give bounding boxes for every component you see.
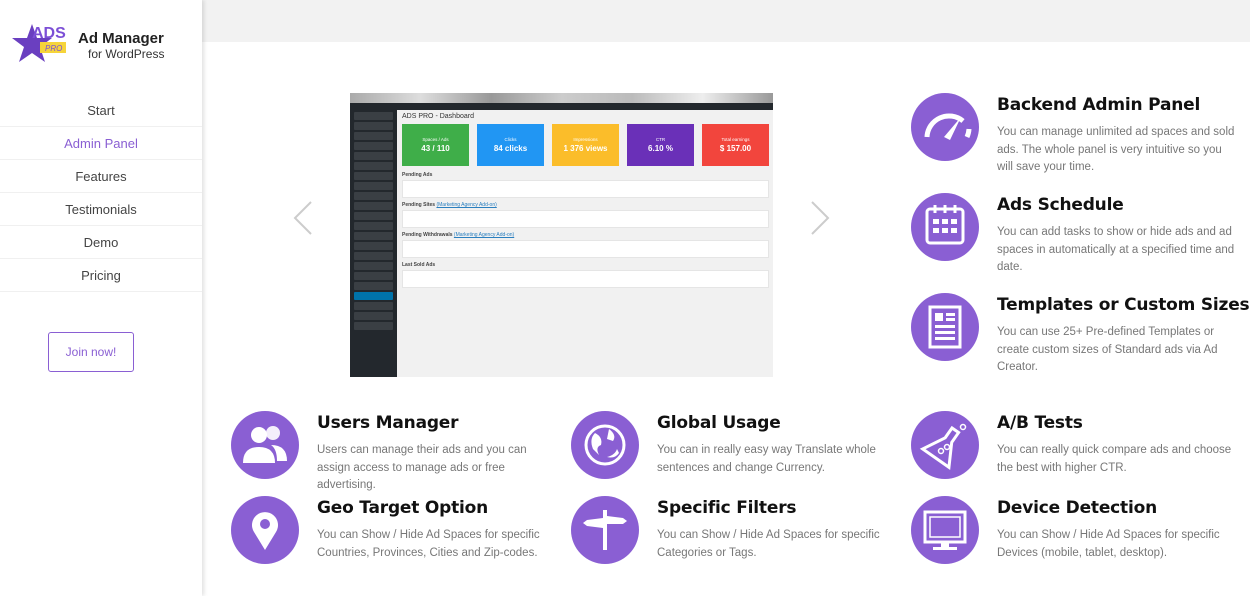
globe-icon (571, 411, 639, 479)
top-bar (202, 0, 1250, 42)
feature-title: Backend Admin Panel (997, 95, 1201, 115)
stat-card-value: 1 376 views (563, 144, 608, 153)
feature-title: Geo Target Option (317, 498, 489, 518)
stat-card-label: Spaces / Ads (422, 137, 449, 142)
feature-device-detection: Device Detection You can Show / Hide Ad S… (911, 496, 1241, 576)
feature-description: You can add tasks to show or hide ads an… (997, 226, 1235, 273)
feature-title: Device Detection (997, 498, 1157, 518)
stat-card-label: Impressions (573, 137, 598, 142)
dashboard-table (402, 180, 769, 198)
feature-description: You can Show / Hide Ad Spaces for specif… (997, 529, 1220, 559)
feature-title: Templates or Custom Sizes (997, 295, 1250, 315)
stat-card-value: $ 157.00 (719, 144, 752, 153)
nav-item-admin-panel[interactable]: Admin Panel (0, 127, 202, 160)
stat-card-label: CTR (655, 137, 666, 142)
feature-description: You can Show / Hide Ad Spaces for specif… (657, 529, 880, 559)
feature-users-manager: Users Manager Users can manage their ads … (231, 411, 561, 491)
dashboard-table (402, 210, 769, 228)
feature-description: You can really quick compare ads and cho… (997, 444, 1232, 474)
feature-description: You can manage unlimited ad spaces and s… (997, 126, 1235, 173)
feature-geo-target-option: Geo Target Option You can Show / Hide Ad … (231, 496, 561, 576)
nav-item-start[interactable]: Start (0, 94, 202, 127)
speedometer-icon (911, 93, 979, 161)
stat-card-label: Total earnings (721, 137, 750, 142)
join-now-button[interactable]: Join now! (48, 332, 134, 372)
nav-item-features[interactable]: Features (0, 160, 202, 193)
feature-ads-schedule: Ads Schedule You can add tasks to show or… (911, 193, 1241, 273)
stat-card: Clicks 84 clicks (477, 124, 544, 166)
svg-text:PRO: PRO (45, 44, 62, 53)
dashboard-section-title: Pending Ads (402, 172, 433, 178)
feature-global-usage: Global Usage You can in really easy way T… (571, 411, 901, 491)
dashboard-section-title: Pending Withdrawals (Marketing Agency Ad… (402, 232, 515, 238)
nav-item-testimonials[interactable]: Testimonials (0, 193, 202, 226)
wp-admin-bar (350, 103, 773, 110)
stat-card-value: 84 clicks (493, 144, 528, 153)
template-icon (911, 293, 979, 361)
ads-pro-star-logo-icon: ADS PRO (12, 24, 66, 62)
feature-a-b-tests: A/B Tests You can really quick compare ad… (911, 411, 1241, 491)
feature-description: You can in really easy way Translate who… (657, 444, 876, 474)
dashboard-table (402, 270, 769, 288)
calendar-icon (911, 193, 979, 261)
sidebar-nav: Start Admin Panel Features Testimonials … (0, 94, 202, 292)
stat-card: CTR 6.10 % (627, 124, 694, 166)
feature-title: Specific Filters (657, 498, 797, 518)
feature-specific-filters: Specific Filters You can Show / Hide Ad S… (571, 496, 901, 576)
feature-description: You can use 25+ Pre-defined Templates or… (997, 326, 1218, 373)
feature-backend-admin-panel: Backend Admin Panel You can manage unlimi… (911, 93, 1241, 173)
addon-link[interactable]: (Marketing Agency Add-on) (436, 202, 496, 208)
sidebar: ADS PRO Ad Manager for WordPress Start A… (0, 0, 202, 596)
logo[interactable]: ADS PRO Ad Manager for WordPress (10, 20, 190, 70)
dashboard-screenshot: ADS PRO - Dashboard Spaces / Ads 43 / 110… (350, 93, 773, 377)
addon-link[interactable]: (Marketing Agency Add-on) (454, 232, 514, 238)
stat-card-label: Clicks (504, 137, 517, 142)
stat-card: Total earnings $ 157.00 (702, 124, 769, 166)
brand-subtitle: for WordPress (88, 47, 165, 61)
feature-templates-or-custom-sizes: Templates or Custom Sizes You can use 25+… (911, 293, 1250, 373)
stat-card: Spaces / Ads 43 / 110 (402, 124, 469, 166)
dashboard-section-title: Pending Sites (Marketing Agency Add-on) (402, 202, 497, 208)
brand-title: Ad Manager (78, 30, 164, 47)
chevron-right-icon[interactable] (810, 200, 830, 236)
stat-cards: Spaces / Ads 43 / 110 Clicks 84 clicks Impre… (402, 124, 769, 166)
feature-title: A/B Tests (997, 413, 1083, 433)
nav-item-pricing[interactable]: Pricing (0, 259, 202, 292)
feature-description: Users can manage their ads and you can a… (317, 444, 527, 491)
feature-description: You can Show / Hide Ad Spaces for specif… (317, 529, 540, 559)
feature-title: Users Manager (317, 413, 459, 433)
stat-card: Impressions 1 376 views (552, 124, 619, 166)
stat-card-value: 43 / 110 (421, 144, 450, 153)
dashboard-title: ADS PRO - Dashboard (402, 113, 474, 120)
monitor-icon (911, 496, 979, 564)
stat-card-value: 6.10 % (648, 144, 673, 153)
wp-admin-sidebar (350, 110, 397, 377)
nav-item-demo[interactable]: Demo (0, 226, 202, 259)
feature-title: Global Usage (657, 413, 781, 433)
screenshot-header-photo (350, 93, 773, 103)
feature-title: Ads Schedule (997, 195, 1124, 215)
svg-text:ADS: ADS (32, 25, 66, 42)
chevron-left-icon[interactable] (293, 200, 313, 236)
flask-icon (911, 411, 979, 479)
dashboard-table (402, 240, 769, 258)
dashboard-section-title: Last Sold Ads (402, 262, 436, 268)
signpost-icon (571, 496, 639, 564)
map-pin-icon (231, 496, 299, 564)
users-icon (231, 411, 299, 479)
